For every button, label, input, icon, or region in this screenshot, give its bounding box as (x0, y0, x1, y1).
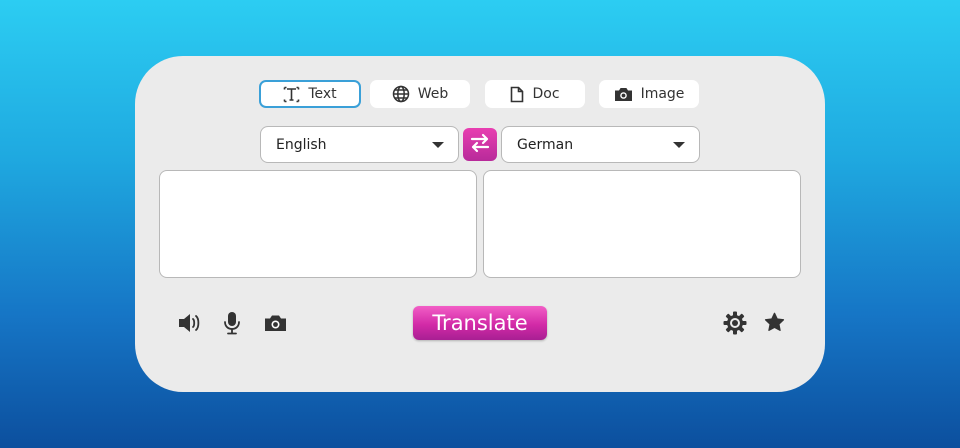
gear-icon[interactable] (723, 311, 747, 335)
tab-text[interactable]: Text (259, 80, 361, 108)
tab-image[interactable]: Image (599, 80, 699, 108)
source-language-value: English (276, 136, 327, 153)
source-text-input[interactable] (159, 170, 477, 278)
tab-web-label: Web (417, 86, 449, 102)
swap-arrows-icon (469, 132, 491, 158)
chevron-down-icon (673, 141, 685, 148)
globe-icon (392, 85, 410, 103)
tab-web[interactable]: Web (370, 80, 470, 108)
speaker-icon[interactable] (177, 311, 201, 335)
translate-button[interactable]: Translate (413, 306, 547, 340)
document-icon (510, 86, 524, 103)
chevron-down-icon (432, 141, 444, 148)
translator-panel: Text Web Doc Image English German Transl… (135, 56, 825, 392)
target-language-select[interactable]: German (501, 126, 700, 163)
star-icon[interactable] (763, 311, 785, 333)
target-text-output[interactable] (483, 170, 801, 278)
camera-icon[interactable] (263, 311, 287, 335)
tab-doc-label: Doc (532, 86, 560, 102)
tab-doc[interactable]: Doc (485, 80, 585, 108)
target-language-value: German (517, 136, 574, 153)
text-cursor-icon (283, 86, 300, 103)
tab-text-label: Text (308, 86, 337, 102)
tab-image-label: Image (640, 86, 685, 102)
camera-icon (614, 87, 633, 102)
microphone-icon[interactable] (222, 311, 242, 335)
swap-languages-button[interactable] (463, 128, 497, 161)
source-language-select[interactable]: English (260, 126, 459, 163)
